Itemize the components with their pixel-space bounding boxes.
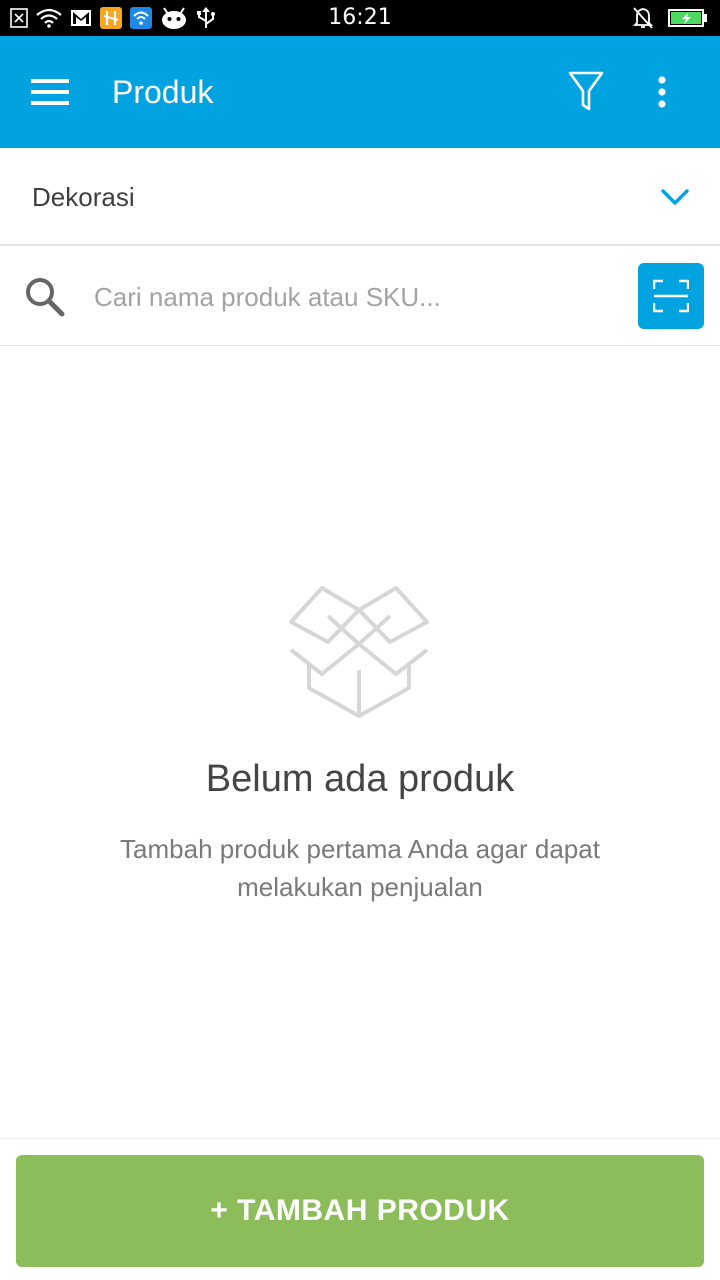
hamburger-menu-icon — [31, 79, 69, 105]
app-bar: Produk — [0, 36, 720, 148]
category-selected: Dekorasi — [32, 182, 135, 212]
more-vertical-icon — [658, 76, 666, 108]
bottom-action-bar: + TAMBAH PRODUK — [0, 1138, 720, 1280]
status-right-icons — [632, 6, 708, 30]
search-bar — [0, 248, 720, 346]
scan-barcode-button[interactable] — [638, 263, 704, 329]
empty-state-title: Belum ada produk — [205, 758, 515, 800]
menu-button[interactable] — [20, 62, 80, 122]
bell-off-icon — [632, 6, 654, 30]
more-options-button[interactable] — [632, 62, 692, 122]
status-time: 16:21 — [328, 5, 392, 30]
barcode-scan-icon — [653, 279, 689, 313]
battery-charging-icon — [668, 8, 708, 28]
chevron-down-icon — [661, 189, 689, 205]
search-input[interactable] — [94, 272, 614, 322]
status-bar: 16:21 — [0, 0, 720, 36]
filter-icon — [568, 71, 604, 111]
category-dropdown[interactable]: Dekorasi — [0, 148, 720, 246]
empty-state-subtitle: Tambah produk pertama Anda agar dapat me… — [120, 834, 600, 902]
open-box-icon — [289, 586, 429, 718]
screen: 16:21 Produk Dekorasi Cari nama produk a… — [0, 0, 720, 1280]
search-icon — [26, 278, 65, 317]
page-title: Produk — [112, 74, 214, 110]
add-product-button[interactable]: + TAMBAH PRODUK — [16, 1155, 704, 1267]
filter-button[interactable] — [556, 62, 616, 122]
